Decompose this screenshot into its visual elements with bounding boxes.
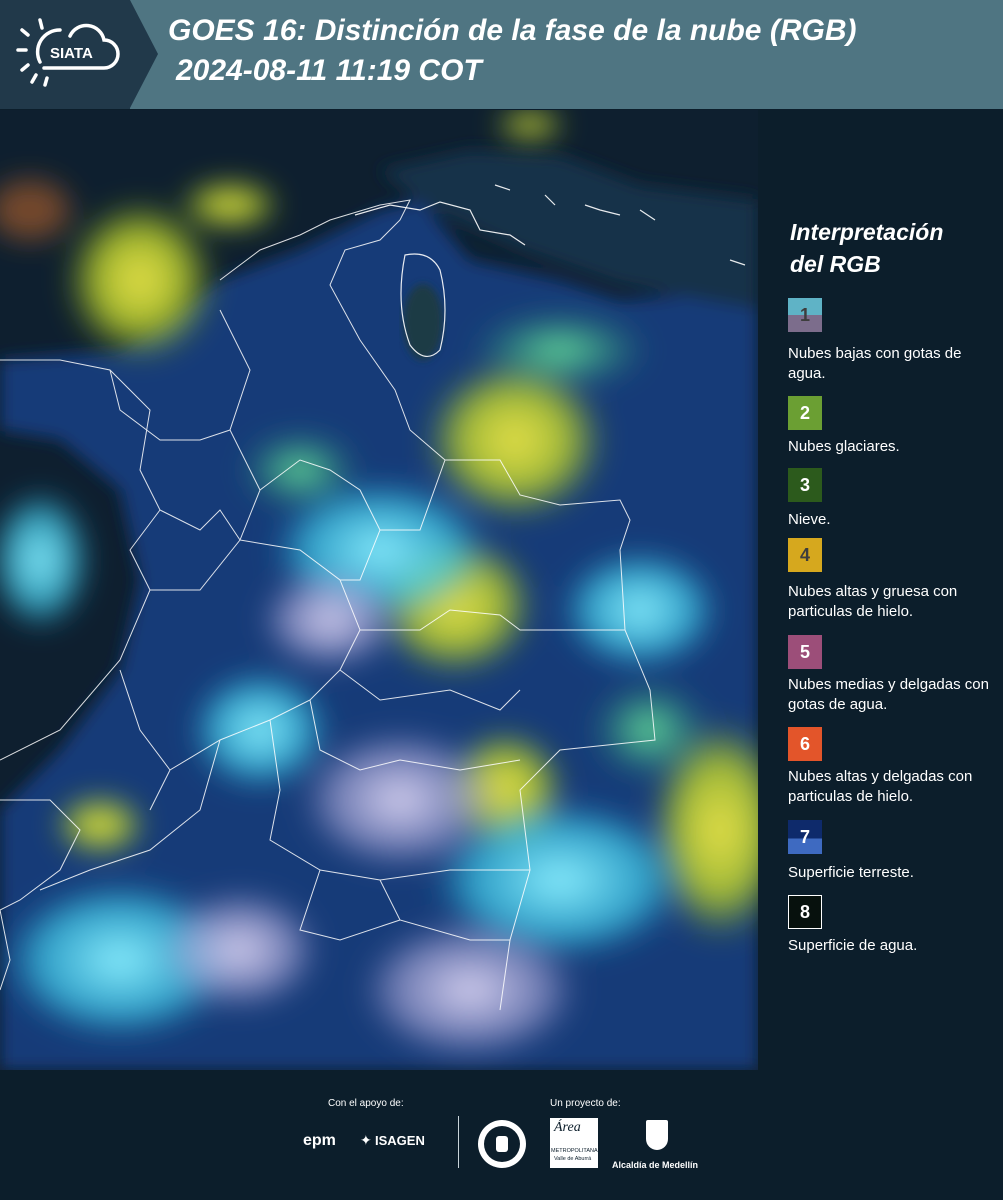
legend-swatch-3: 3 [788,468,822,502]
satellite-map[interactable] [0,110,790,1070]
legend-number: 8 [799,901,810,922]
medellin-seal-icon [478,1120,526,1168]
legend-title-line1: Interpretación [790,219,944,245]
legend-label: Superficie terreste. [788,864,914,881]
legend-swatch-6: 6 [788,727,822,761]
legend-number: 6 [799,733,810,754]
isagen-logo-icon: ✦ [360,1132,372,1148]
legend-label: Nieve. [788,511,831,528]
area-metro-line1: METROPOLITANA [551,1148,598,1154]
legend-label: Nubes bajas con gotas de agua. [788,345,962,382]
legend-label: Nubes medias y delgadas con gotas de agu… [788,676,989,713]
timestamp: 2024-08-11 11:19 COT [176,54,482,87]
project-label: Un proyecto de: [550,1098,621,1109]
logo-text: SIATA [50,45,93,62]
legend-swatch-8: 8 [788,895,822,929]
legend-number: 1 [799,304,810,325]
legend-swatch-5: 5 [788,635,822,669]
footer-divider [458,1116,459,1168]
legend-number: 3 [799,474,810,495]
legend-label: Nubes altas y delgadas con particulas de… [788,768,973,805]
page-title: GOES 16: Distinción de la fase de la nub… [168,14,857,47]
legend-number: 2 [799,402,810,423]
map-image [0,110,790,1070]
epm-logo: epm [303,1132,336,1149]
legend-label: Superficie de agua. [788,937,918,954]
alcaldia-logo: Alcaldía de Medellín [612,1160,699,1170]
header-bar: SIATA GOES 16: Distinción de la fase de … [0,0,1003,109]
legend-panel: Interpretación del RGB 1 Nubes bajas con… [760,110,1003,1070]
footer: Con el apoyo de: Un proyecto de: epm ✦ I… [0,1070,1003,1200]
area-metropolitana-logo: Área METROPOLITANA Valle de Aburrá [550,1118,598,1168]
siata-logo: SIATA [0,0,158,109]
support-label: Con el apoyo de: [328,1098,404,1109]
alcaldia-shield-icon [646,1120,668,1150]
legend-swatch-2: 2 [788,396,822,430]
legend-swatch-4: 4 [788,538,822,572]
legend-number: 7 [799,826,810,847]
legend-swatch-1: 1 [788,298,822,332]
legend-title-line2: del RGB [790,251,881,277]
isagen-logo: ISAGEN [375,1133,425,1148]
legend-title: Interpretación del RGB [790,216,990,280]
legend-number: 4 [799,544,810,565]
area-metro-line2: Valle de Aburrá [554,1156,592,1162]
legend-label: Nubes altas y gruesa con particulas de h… [788,583,958,620]
legend-label: Nubes glaciares. [788,438,900,455]
legend-swatch-7: 7 [788,820,822,854]
legend-number: 5 [799,641,810,662]
